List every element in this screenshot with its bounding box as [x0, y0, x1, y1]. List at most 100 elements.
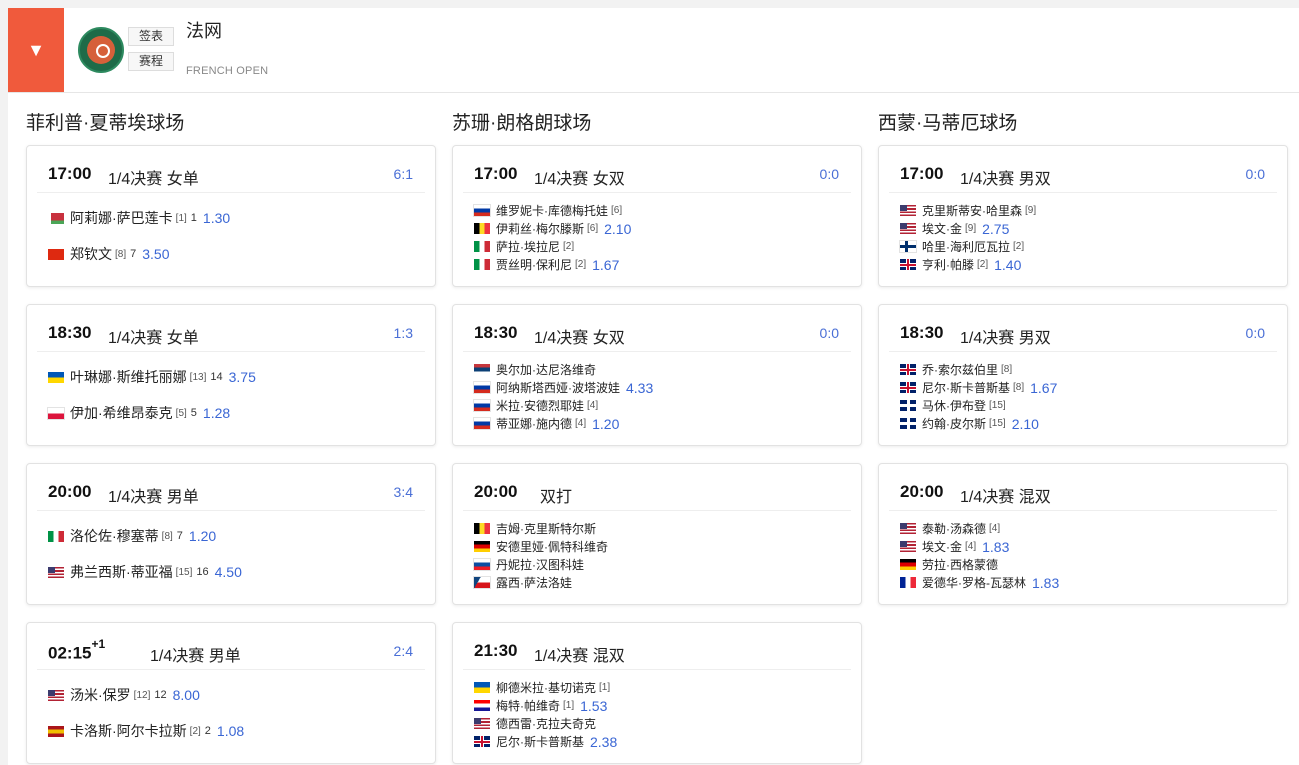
player-odds[interactable]: 1.83 — [982, 539, 1009, 555]
match-card[interactable]: 18:30 1/4决赛 女双 0:0 奥尔加·达尼洛维奇 阿纳斯塔西娅·波塔波娃 4.33… — [452, 304, 862, 446]
player-row[interactable]: 约翰·皮尔斯 [15] 2.10 — [900, 415, 1039, 432]
player-row[interactable]: 泰勒·汤森德 [4] — [900, 520, 1000, 537]
player-name: 泰勒·汤森德 — [922, 522, 986, 536]
player-row[interactable]: 贾丝明·保利尼 [2] 1.67 — [474, 256, 619, 273]
match-card[interactable]: 18:30 1/4决赛 女单 1:3 叶琳娜·斯维托丽娜 [13] 14 3.75 伊加·希维… — [26, 304, 436, 446]
player-name: 劳拉·西格蒙德 — [922, 558, 998, 572]
player-row[interactable]: 露西·萨法洛娃 — [473, 574, 572, 591]
player-row[interactable]: 伊莉丝·梅尔滕斯 [6] 2.10 — [474, 220, 631, 237]
player-name: 尼尔·斯卡普斯基 — [496, 735, 584, 749]
match-card[interactable]: 20:00 1/4决赛 男单 3:4 洛伦佐·穆塞蒂 [8] 7 1.20 弗兰西斯·蒂亚福[… — [26, 463, 436, 605]
player-row[interactable]: 阿纳斯塔西娅·波塔波娃 4.33 — [473, 379, 653, 396]
match-card[interactable]: 18:30 1/4决赛 男双 0:0 乔·索尔兹伯里 [8] 尼尔·斯卡普斯基 [8] 1.6… — [878, 304, 1288, 446]
player-odds[interactable]: 1.20 — [189, 528, 216, 544]
player-name: 露西·萨法洛娃 — [496, 576, 572, 590]
player-row[interactable]: 柳德米拉·基切诺克 [1] — [474, 679, 610, 696]
match-round: 1/4决赛 男双 — [960, 171, 1051, 188]
match-card[interactable]: 20:00 1/4决赛 混双 泰勒·汤森德 [4] 埃文·金 [4] 1.83 劳拉·西格蒙德… — [878, 463, 1288, 605]
player-row[interactable]: 奥尔加·达尼洛维奇 — [474, 361, 596, 378]
flag-icon — [900, 259, 916, 270]
player-name: 伊加·希维昂泰克 — [70, 405, 173, 421]
player-seed: [5] — [175, 407, 187, 419]
match-round: 1/4决赛 男双 — [960, 330, 1051, 347]
player-row[interactable]: 郑钦文 [8] 7 3.50 — [48, 244, 170, 264]
player-odds[interactable]: 1.20 — [592, 416, 619, 432]
player-row[interactable]: 维罗妮卡·库德梅托娃 [6] — [473, 202, 622, 219]
player-seed: [1] — [599, 682, 611, 693]
flag-icon — [48, 212, 64, 224]
match-round: 1/4决赛 男单 — [150, 648, 241, 665]
match-time-value: 20:00 — [900, 482, 944, 501]
player-odds[interactable]: 4.33 — [626, 380, 653, 396]
player-ranking: 5 — [190, 407, 197, 419]
player-name: 丹妮拉·汉图科娃 — [496, 558, 584, 572]
court-column: 苏珊·朗格朗球场 17:00 1/4决赛 女双 0:0 维罗妮卡·库德梅托娃 [6] 伊莉丝… — [442, 93, 868, 765]
match-card[interactable]: 17:00 1/4决赛 女双 0:0 维罗妮卡·库德梅托娃 [6] 伊莉丝·梅尔滕斯 [6]… — [452, 145, 862, 287]
player-row[interactable]: 洛伦佐·穆塞蒂 [8] 7 1.20 — [48, 526, 216, 546]
match-card[interactable]: 21:30 1/4决赛 混双 柳德米拉·基切诺克 [1] 梅特·帕维奇 [1] 1.53 德西… — [452, 622, 862, 764]
flag-icon — [900, 223, 916, 234]
player-seed: [9] — [965, 223, 977, 234]
player-row[interactable]: 尼尔·斯卡普斯基 [8] 1.67 — [900, 379, 1057, 396]
collapse-toggle-button[interactable]: ▼ — [8, 8, 64, 92]
player-odds[interactable]: 1.28 — [203, 405, 230, 421]
player-odds[interactable]: 3.50 — [142, 246, 169, 262]
player-odds[interactable]: 1.83 — [1032, 575, 1059, 591]
match-card[interactable]: 17:00 1/4决赛 女单 6:1 阿莉娜·萨巴莲卡 [1] 1 1.30 郑钦文 [8] 7 3… — [26, 145, 436, 287]
player-row[interactable]: 蒂亚娜·施内德 [4] 1.20 — [473, 415, 619, 432]
player-row[interactable]: 萨拉·埃拉尼 [2] — [474, 238, 574, 255]
player-row[interactable]: 吉姆·克里斯特尔斯 — [474, 520, 596, 537]
player-row[interactable]: 米拉·安德烈耶娃 [4] — [473, 397, 598, 414]
player-odds[interactable]: 1.08 — [217, 723, 244, 739]
player-row[interactable]: 马休·伊布登 [15] — [900, 397, 1006, 414]
player-row[interactable]: 亨利·帕滕 [2] 1.40 — [900, 256, 1021, 273]
player-odds[interactable]: 2.38 — [590, 734, 617, 750]
next-day-marker: +1 — [91, 637, 106, 651]
flag-icon — [474, 364, 490, 375]
player-name: 克里斯蒂安·哈里森 — [922, 204, 1022, 218]
player-row[interactable]: 梅特·帕维奇 [1] 1.53 — [474, 697, 607, 714]
player-name: 哈里·海利厄瓦拉 — [922, 240, 1010, 254]
player-odds[interactable]: 4.50 — [215, 564, 242, 580]
player-row[interactable]: 叶琳娜·斯维托丽娜 [13] 14 3.75 — [48, 367, 256, 387]
player-row[interactable]: 汤米·保罗 [12] 12 8.00 — [48, 685, 200, 705]
player-name: 蒂亚娜·施内德 — [496, 417, 572, 431]
player-odds[interactable]: 1.53 — [580, 698, 607, 714]
player-row[interactable]: 弗兰西斯·蒂亚福 [15] 16 4.50 — [48, 562, 242, 582]
flag-icon — [473, 576, 491, 589]
player-seed: [8] — [115, 248, 127, 260]
schedule-button[interactable]: 赛程 — [128, 52, 174, 71]
draw-button[interactable]: 签表 — [128, 27, 174, 46]
player-row[interactable]: 阿莉娜·萨巴莲卡 [1] 1 1.30 — [48, 208, 230, 228]
player-row[interactable]: 伊加·希维昂泰克 [5] 5 1.28 — [47, 403, 230, 423]
court-name: 苏珊·朗格朗球场 — [452, 113, 592, 134]
player-row[interactable]: 卡洛斯·阿尔卡拉斯 [2] 2 1.08 — [48, 721, 244, 741]
player-row[interactable]: 埃文·金 [4] 1.83 — [900, 538, 1009, 555]
player-row[interactable]: 埃文·金 [9] 2.75 — [900, 220, 1009, 237]
player-row[interactable]: 克里斯蒂安·哈里森 [9] — [900, 202, 1036, 219]
player-odds[interactable]: 1.40 — [994, 257, 1021, 273]
flag-icon — [474, 241, 490, 252]
player-row[interactable]: 德西雷·克拉夫奇克 — [474, 715, 596, 732]
player-row[interactable]: 尼尔·斯卡普斯基 2.38 — [474, 733, 617, 750]
player-row[interactable]: 乔·索尔兹伯里 [8] — [900, 361, 1012, 378]
player-odds[interactable]: 8.00 — [173, 687, 200, 703]
player-odds[interactable]: 2.10 — [1012, 416, 1039, 432]
player-odds[interactable]: 1.67 — [592, 257, 619, 273]
match-card[interactable]: 20:00 双打 吉姆·克里斯特尔斯 安德里娅·佩特科维奇 丹妮拉·汉图科娃 露西·萨法洛… — [452, 463, 862, 605]
match-card[interactable]: 02:15+1 1/4决赛 男单 2:4 汤米·保罗 [12] 12 8.00 卡洛斯·阿尔卡… — [26, 622, 436, 764]
player-row[interactable]: 安德里娅·佩特科维奇 — [474, 538, 608, 555]
player-odds[interactable]: 2.10 — [604, 221, 631, 237]
player-odds[interactable]: 1.30 — [203, 210, 230, 226]
player-odds[interactable]: 3.75 — [229, 369, 256, 385]
match-time: 17:00 — [48, 164, 91, 184]
player-odds[interactable]: 2.75 — [982, 221, 1009, 237]
player-row[interactable]: 哈里·海利厄瓦拉 [2] — [899, 238, 1024, 255]
player-row[interactable]: 爱德华·罗格-瓦瑟林 1.83 — [900, 574, 1059, 591]
player-ranking: 14 — [210, 371, 223, 383]
player-row[interactable]: 劳拉·西格蒙德 — [900, 556, 998, 573]
player-odds[interactable]: 1.67 — [1030, 380, 1057, 396]
player-row[interactable]: 丹妮拉·汉图科娃 — [473, 556, 584, 573]
player-seed: [9] — [1025, 205, 1037, 216]
match-card[interactable]: 17:00 1/4决赛 男双 0:0 克里斯蒂安·哈里森 [9] 埃文·金 [9] 2.75 哈… — [878, 145, 1288, 287]
